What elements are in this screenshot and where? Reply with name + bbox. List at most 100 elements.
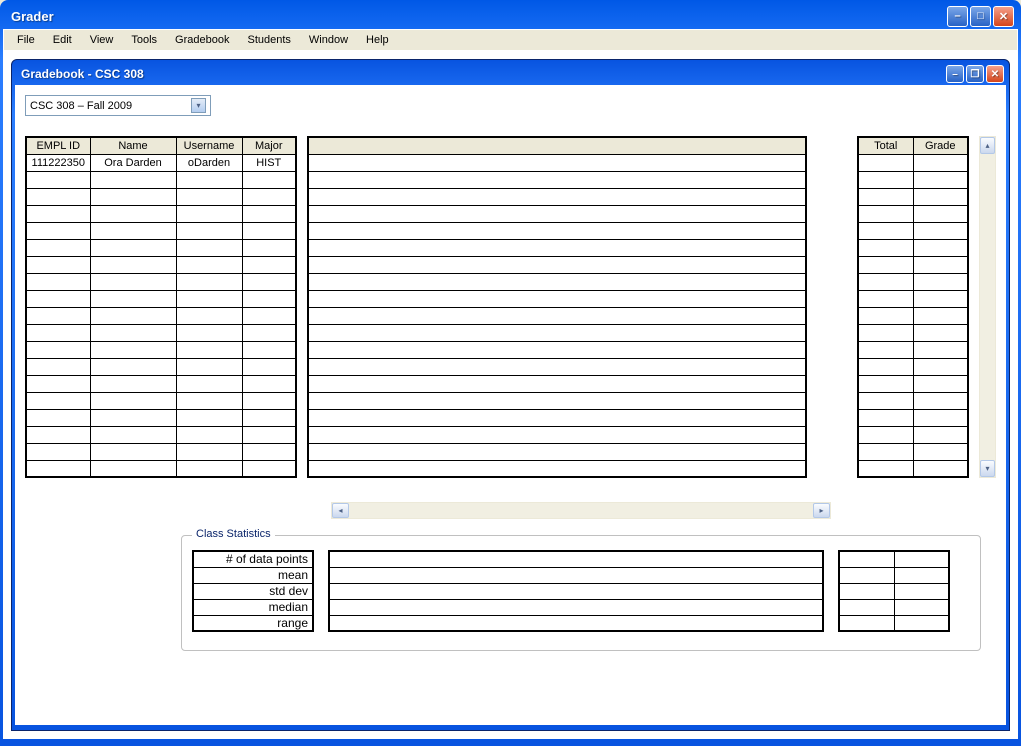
table-row[interactable] [308, 239, 806, 256]
table-row[interactable] [26, 188, 296, 205]
col-username[interactable]: Username [176, 137, 242, 154]
table-row[interactable] [308, 392, 806, 409]
assignments-header[interactable] [308, 137, 806, 154]
app-title: Grader [7, 9, 947, 24]
maximize-button[interactable]: □ [970, 6, 991, 27]
gradebook-window: Gradebook - CSC 308 – ❐ ✕ CSC 308 – Fall… [11, 59, 1010, 731]
table-row[interactable] [26, 307, 296, 324]
table-row[interactable] [858, 188, 968, 205]
table-row[interactable] [308, 171, 806, 188]
table-row[interactable] [858, 341, 968, 358]
menubar: File Edit View Tools Gradebook Students … [3, 29, 1018, 51]
table-row[interactable] [26, 171, 296, 188]
table-row[interactable] [308, 324, 806, 341]
col-grade[interactable]: Grade [913, 137, 968, 154]
child-restore-button[interactable]: ❐ [966, 65, 984, 83]
table-row[interactable] [858, 273, 968, 290]
table-row[interactable] [858, 290, 968, 307]
table-row[interactable] [26, 375, 296, 392]
table-row[interactable] [26, 443, 296, 460]
col-major[interactable]: Major [242, 137, 296, 154]
menu-view[interactable]: View [81, 32, 123, 48]
col-name[interactable]: Name [90, 137, 176, 154]
stats-label: std dev [193, 583, 313, 599]
table-row[interactable] [308, 375, 806, 392]
scroll-right-icon[interactable]: ▸ [813, 503, 830, 518]
table-row[interactable] [308, 205, 806, 222]
table-row[interactable] [858, 239, 968, 256]
table-row[interactable] [308, 358, 806, 375]
stats-legend: Class Statistics [192, 528, 275, 540]
horizontal-scrollbar[interactable]: ◂ ▸ [331, 502, 831, 519]
table-row[interactable] [858, 358, 968, 375]
vertical-scrollbar[interactable]: ▴ ▾ [979, 136, 996, 478]
table-row[interactable] [858, 324, 968, 341]
summary-table[interactable]: Total Grade [857, 136, 969, 478]
menu-edit[interactable]: Edit [44, 32, 81, 48]
table-row[interactable] [26, 392, 296, 409]
table-row[interactable] [308, 188, 806, 205]
table-row[interactable] [858, 256, 968, 273]
table-row[interactable] [308, 409, 806, 426]
table-row[interactable] [26, 324, 296, 341]
table-row[interactable] [858, 409, 968, 426]
table-row[interactable] [858, 443, 968, 460]
stats-value [329, 583, 823, 599]
table-row[interactable] [26, 290, 296, 307]
table-row[interactable] [858, 205, 968, 222]
table-row[interactable] [26, 358, 296, 375]
assignments-table[interactable] [307, 136, 807, 478]
table-row[interactable] [858, 171, 968, 188]
menu-tools[interactable]: Tools [122, 32, 166, 48]
child-close-button[interactable]: ✕ [986, 65, 1004, 83]
table-row[interactable] [858, 307, 968, 324]
table-row[interactable] [858, 375, 968, 392]
child-minimize-button[interactable]: – [946, 65, 964, 83]
scroll-down-icon[interactable]: ▾ [980, 460, 995, 477]
table-row[interactable] [858, 222, 968, 239]
gradebook-titlebar[interactable]: Gradebook - CSC 308 – ❐ ✕ [15, 63, 1006, 85]
table-row[interactable] [26, 409, 296, 426]
stats-summary-cell [894, 599, 949, 615]
table-row[interactable] [308, 443, 806, 460]
table-row[interactable] [308, 426, 806, 443]
menu-gradebook[interactable]: Gradebook [166, 32, 238, 48]
table-row[interactable] [26, 205, 296, 222]
table-row[interactable] [308, 460, 806, 477]
menu-window[interactable]: Window [300, 32, 357, 48]
app-titlebar[interactable]: Grader – □ ✕ [3, 3, 1018, 29]
table-row[interactable] [308, 222, 806, 239]
col-total[interactable]: Total [858, 137, 913, 154]
table-row[interactable] [308, 341, 806, 358]
stats-value [329, 567, 823, 583]
table-row[interactable] [26, 239, 296, 256]
table-row[interactable] [858, 392, 968, 409]
table-row[interactable] [26, 222, 296, 239]
course-select[interactable]: CSC 308 – Fall 2009 ▾ [25, 95, 211, 116]
table-row[interactable] [26, 256, 296, 273]
table-row[interactable] [858, 460, 968, 477]
table-row[interactable]: 111222350Ora DardenoDardenHIST [26, 154, 296, 171]
scroll-left-icon[interactable]: ◂ [332, 503, 349, 518]
col-empl-id[interactable]: EMPL ID [26, 137, 90, 154]
table-row[interactable] [308, 154, 806, 171]
student-info-table[interactable]: EMPL ID Name Username Major 111222350Ora… [25, 136, 297, 478]
table-row[interactable] [858, 426, 968, 443]
table-row[interactable] [308, 273, 806, 290]
table-row[interactable] [26, 460, 296, 477]
close-button[interactable]: ✕ [993, 6, 1014, 27]
table-row[interactable] [26, 273, 296, 290]
table-row[interactable] [308, 290, 806, 307]
table-row[interactable] [858, 154, 968, 171]
scroll-up-icon[interactable]: ▴ [980, 137, 995, 154]
menu-students[interactable]: Students [238, 32, 299, 48]
table-row[interactable] [26, 426, 296, 443]
menu-file[interactable]: File [8, 32, 44, 48]
table-row[interactable] [308, 307, 806, 324]
table-row[interactable] [26, 341, 296, 358]
stats-summary-cell [839, 551, 894, 567]
chevron-down-icon: ▾ [191, 98, 206, 113]
minimize-button[interactable]: – [947, 6, 968, 27]
table-row[interactable] [308, 256, 806, 273]
menu-help[interactable]: Help [357, 32, 398, 48]
